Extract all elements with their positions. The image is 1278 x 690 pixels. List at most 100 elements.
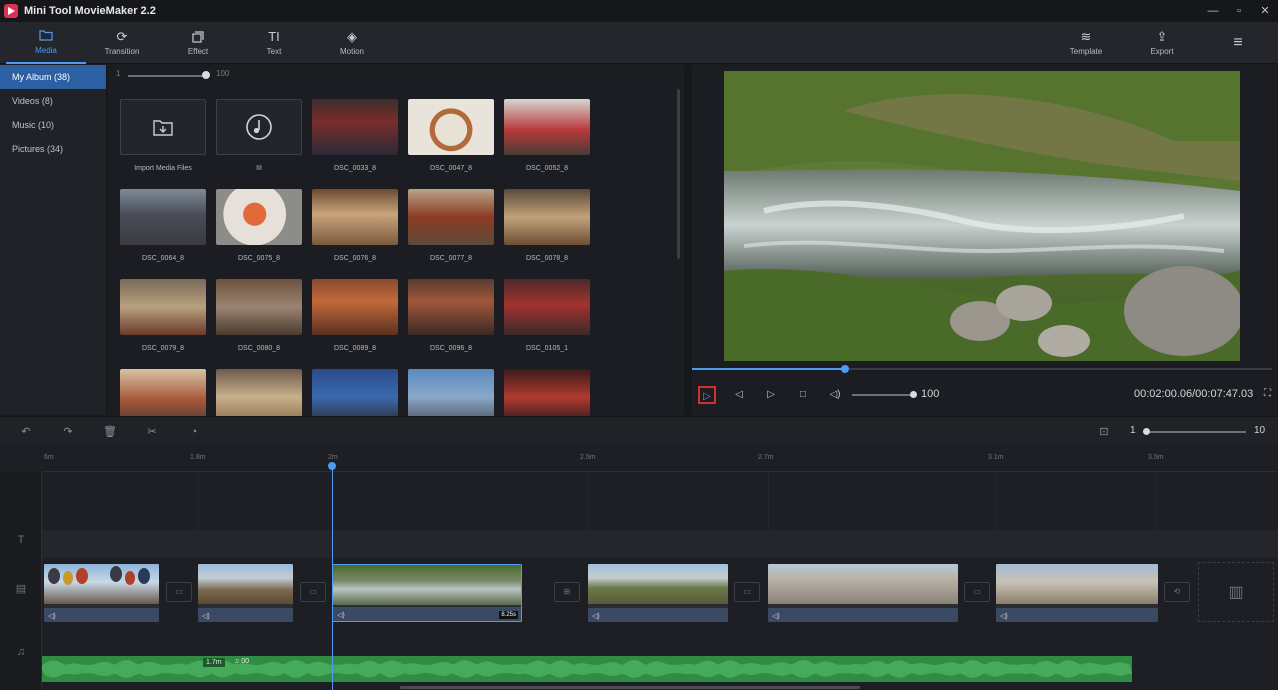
tab-transition[interactable]: ⟳ Transition	[82, 22, 162, 64]
volume-value: 100	[921, 388, 940, 400]
timeline-zoom-handle[interactable]	[1143, 428, 1150, 435]
music-disc-icon	[246, 114, 272, 140]
video-clip-valley[interactable]: ◁)	[588, 564, 728, 622]
playhead-handle[interactable]	[328, 462, 336, 470]
video-track-icon: ▤	[15, 583, 27, 595]
music-tile[interactable]: III	[216, 99, 302, 172]
speaker-icon: ◁)	[829, 389, 841, 400]
transition-slot[interactable]: ⊞	[554, 582, 580, 602]
media-item[interactable]: DSC_0089_8	[312, 279, 398, 352]
transition-slot[interactable]: ▭	[166, 582, 192, 602]
media-zoom-handle[interactable]	[202, 71, 210, 79]
media-item[interactable]: DSC_0096_8	[408, 279, 494, 352]
video-clip-rocks[interactable]: ◁)	[768, 564, 958, 622]
media-scrollbar[interactable]	[677, 89, 680, 259]
timeline-scrollbar[interactable]	[400, 686, 860, 689]
volume-handle[interactable]	[910, 391, 917, 398]
playhead[interactable]	[332, 464, 333, 690]
video-clip-river-selected[interactable]: ◁) 8.25s	[332, 564, 522, 622]
maximize-button[interactable]: ▫	[1232, 4, 1246, 18]
stop-icon: □	[799, 389, 807, 400]
main-toolbar: Media ⟳ Transition Effect TI Text ◈ Moti…	[0, 22, 1278, 64]
clip-frames	[44, 564, 159, 604]
media-item[interactable]: DSC_0077_8	[408, 189, 494, 262]
music-tile-label: III	[256, 165, 262, 172]
video-clip-balloons[interactable]: ◁)	[44, 564, 159, 622]
fullscreen-icon[interactable]: ⛶	[1264, 388, 1271, 399]
add-clip-slot[interactable]: ▥	[1198, 562, 1274, 622]
play-button[interactable]: ▷	[698, 386, 716, 404]
undo-icon[interactable]: ↶	[18, 424, 34, 440]
app-logo-icon	[4, 4, 18, 18]
transition-slot[interactable]: ⟲	[1164, 582, 1190, 602]
timeline-zoom-slider[interactable]	[1146, 431, 1246, 433]
delete-icon[interactable]: 🗑	[102, 424, 118, 440]
media-item[interactable]: DSC_0075_8	[216, 189, 302, 262]
media-item[interactable]: DSC_0076_8	[312, 189, 398, 262]
media-item[interactable]: DSC_0052_8	[504, 99, 590, 172]
menu-button[interactable]: ≡	[1198, 22, 1278, 64]
split-icon[interactable]: ✂	[144, 424, 160, 440]
media-item[interactable]: DSC_0064_8	[120, 189, 206, 262]
clip-audio-bar: ◁)	[996, 608, 1158, 622]
media-item-label: DSC_0075_8	[237, 255, 281, 262]
transition-slot[interactable]: ▭	[300, 582, 326, 602]
media-thumbnail	[408, 99, 494, 155]
ruler-label: 1.8m	[190, 454, 206, 461]
preview-seek-bar[interactable]	[692, 365, 1272, 373]
media-thumbnail	[312, 99, 398, 155]
media-item[interactable]: DSC_0079_8	[120, 279, 206, 352]
timeline-toolbar: ↶ ↷ 🗑 ✂ ◔ ⊡ 1 10	[0, 416, 1278, 446]
category-videos[interactable]: Videos (8)	[0, 89, 106, 113]
media-item[interactable]: DSC_0080_8	[216, 279, 302, 352]
text-track-icon: T	[17, 534, 25, 546]
app-window: Mini Tool MovieMaker 2.2 — ▫ ✕ Media ⟳ T…	[0, 0, 1278, 690]
media-item-label: DSC_0064_8	[141, 255, 185, 262]
category-my-album[interactable]: My Album (38)	[0, 65, 106, 89]
fit-timeline-icon[interactable]: ⊡	[1096, 424, 1112, 440]
video-preview[interactable]	[724, 71, 1240, 361]
text-track[interactable]	[42, 530, 1278, 558]
timeline-ruler[interactable]: 6m 1.8m 2m 2.5m 2.7m 3.1m 3.5m	[42, 446, 1278, 472]
playback-controls: ▷ ◁ ▷ □ ◁) 100 00:02:00.06/00:07:47.03 ⛶	[692, 383, 1278, 407]
template-button[interactable]: ≋ Template	[1046, 22, 1126, 64]
media-item[interactable]: DSC_0105_1	[504, 279, 590, 352]
template-label: Template	[1069, 47, 1103, 56]
crop-icon[interactable]: ◔	[186, 424, 202, 440]
category-music[interactable]: Music (10)	[0, 113, 106, 137]
clip-audio-bar: ◁)	[588, 608, 728, 622]
minimize-button[interactable]: —	[1206, 4, 1220, 18]
hamburger-icon: ≡	[1233, 34, 1243, 51]
mute-button[interactable]: ◁)	[826, 386, 844, 404]
tab-text[interactable]: TI Text	[234, 22, 314, 64]
media-zoom-slider[interactable]	[128, 75, 206, 77]
export-icon: ⇪	[1156, 29, 1168, 44]
play-icon: ▷	[703, 391, 711, 402]
step-forward-icon: ▷	[767, 389, 775, 400]
previous-frame-button[interactable]: ◁	[730, 386, 748, 404]
next-frame-button[interactable]: ▷	[762, 386, 780, 404]
close-button[interactable]: ✕	[1258, 4, 1272, 18]
transition-slot[interactable]: ▭	[734, 582, 760, 602]
window-controls: — ▫ ✕	[1206, 0, 1272, 22]
category-pictures[interactable]: Pictures (34)	[0, 137, 106, 161]
stop-button[interactable]: □	[794, 386, 812, 404]
media-item[interactable]: DSC_0078_8	[504, 189, 590, 262]
clip-speaker-icon: ◁)	[1000, 613, 1008, 620]
transition-slot[interactable]: ▭	[964, 582, 990, 602]
tab-media[interactable]: Media	[6, 22, 86, 64]
preview-seek-handle[interactable]	[841, 365, 849, 373]
clip-speaker-icon: ◁)	[592, 613, 600, 620]
media-item[interactable]: DSC_0047_8	[408, 99, 494, 172]
video-clip-plateau[interactable]: ◁)	[996, 564, 1158, 622]
volume-slider[interactable]	[852, 394, 912, 396]
media-item[interactable]: DSC_0033_8	[312, 99, 398, 172]
media-thumbnail	[216, 279, 302, 335]
redo-icon[interactable]: ↷	[60, 424, 76, 440]
video-clip-canyon[interactable]: ◁)	[198, 564, 293, 622]
media-thumbnail	[504, 189, 590, 245]
export-button[interactable]: ⇪ Export	[1122, 22, 1202, 64]
tab-effect[interactable]: Effect	[158, 22, 238, 64]
tab-motion[interactable]: ◈ Motion	[312, 22, 392, 64]
import-media-tile[interactable]: Import Media Files	[120, 99, 206, 172]
